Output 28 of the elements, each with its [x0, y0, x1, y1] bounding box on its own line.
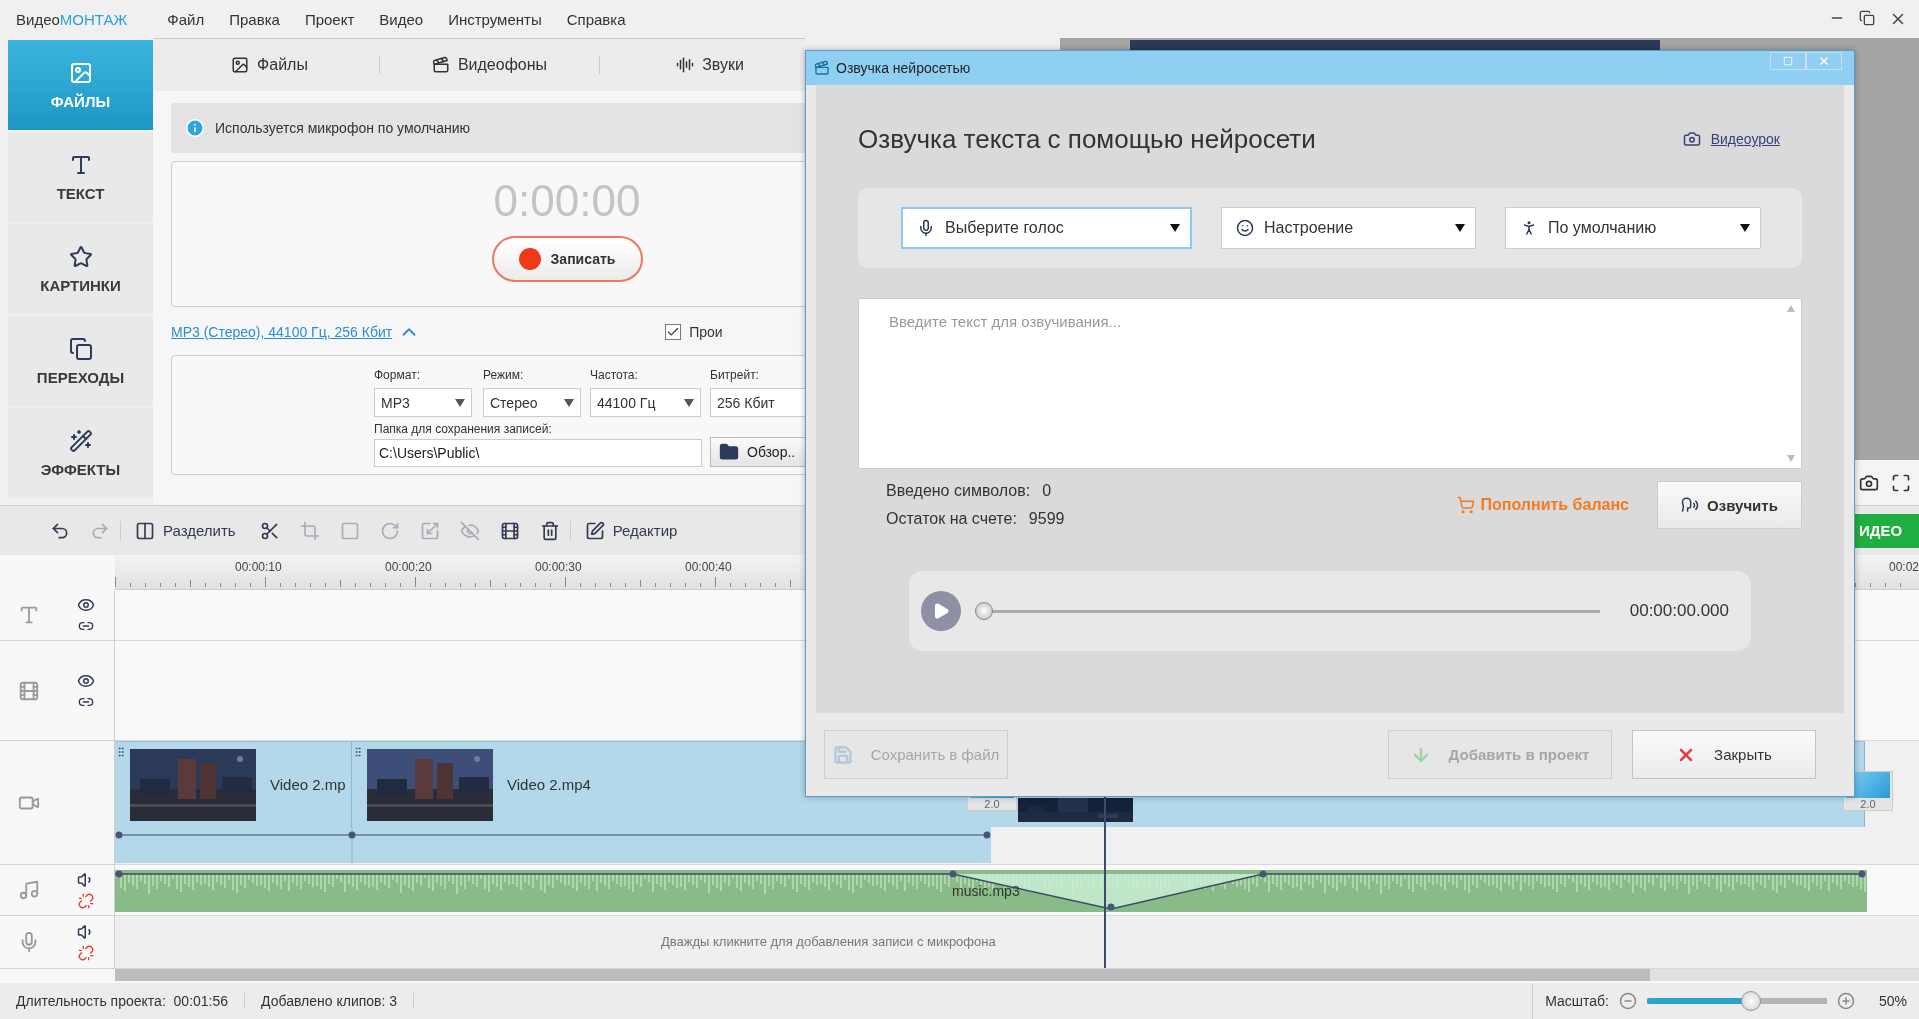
- ruler-label: 00:00:30: [535, 560, 582, 574]
- ruler-label: 00:02: [1888, 560, 1919, 574]
- stat-value: 0: [1042, 482, 1052, 500]
- zoom-label: Масштаб:: [1545, 993, 1609, 1009]
- field-label: Частота:: [590, 368, 639, 382]
- app-logo: ВидеоМОНТАЖ: [16, 10, 128, 28]
- stat-label: Остаток на счете:: [886, 510, 1017, 528]
- clip-label: music.mp3: [952, 883, 1020, 899]
- stat-value: 9599: [1028, 510, 1065, 528]
- ruler-label: 00:00:10: [235, 560, 282, 574]
- window-title: Озвучка нейросетью: [836, 60, 971, 76]
- clip-label: Video 2.mp: [270, 776, 346, 793]
- stat-label: Введено символов:: [886, 482, 1031, 500]
- field-label: Режим:: [483, 368, 525, 382]
- dialog-heading: Озвучка текста с помощью нейросети: [858, 123, 1316, 155]
- checkbox-label: Прои: [689, 324, 723, 340]
- field-label: Битрейт:: [710, 368, 760, 382]
- banner-text: Используется микрофон по умолчанию: [215, 120, 470, 136]
- field-label: Папка для сохранения записей:: [374, 422, 552, 436]
- field-label: Формат:: [374, 368, 421, 382]
- ruler-label: 00:00:40: [685, 560, 732, 574]
- clips-count: Добавлено клипов: 3: [245, 993, 415, 1009]
- hint-text: Дважды кликните для добавления записи с микрофона: [661, 934, 996, 949]
- zoom-value: 50%: [1878, 993, 1907, 1009]
- clip-label: Video 2.mp4: [507, 776, 591, 793]
- ruler-label: 00:00:20: [385, 560, 432, 574]
- duration-text: Длительность проекта: 00:01:56: [0, 993, 246, 1009]
- time-readout: 00:00:00.000: [1629, 601, 1729, 621]
